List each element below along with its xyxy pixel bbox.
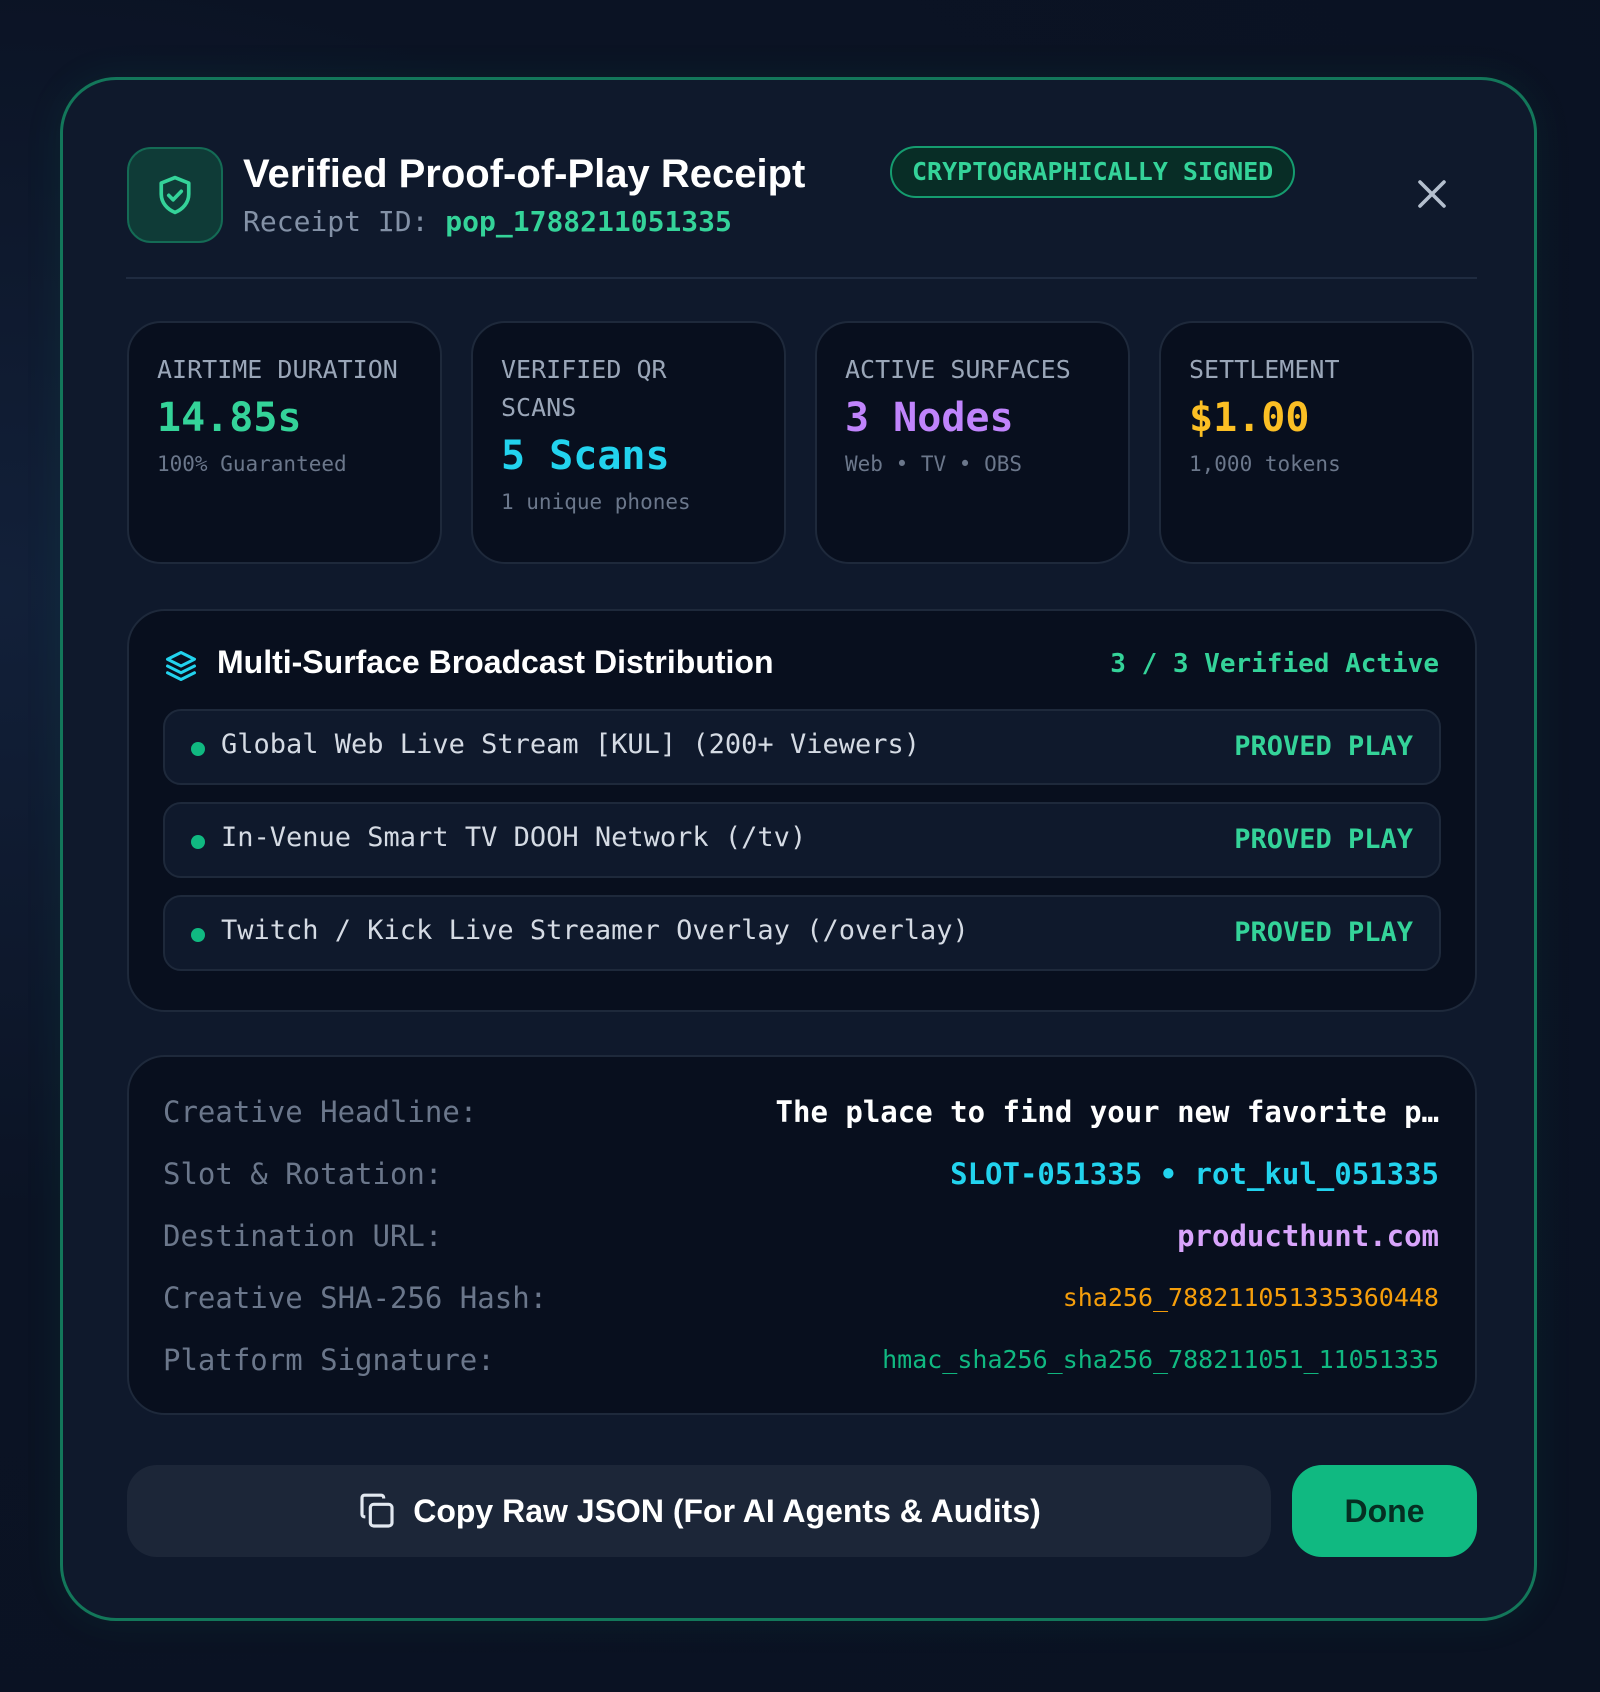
- header-divider: [126, 277, 1477, 279]
- surface-status: PROVED PLAY: [1234, 824, 1413, 855]
- distribution-title: Multi-Surface Broadcast Distribution: [217, 644, 774, 680]
- stat-value: 3 Nodes: [845, 395, 1014, 441]
- stat-value: 5 Scans: [501, 433, 670, 479]
- receipt-id-line: Receipt ID: pop_1788211051335: [243, 205, 732, 238]
- receipt-id-value: pop_1788211051335: [445, 205, 732, 238]
- close-button[interactable]: [1410, 172, 1454, 216]
- detail-row-destination: Destination URL: producthunt.com: [163, 1211, 1439, 1261]
- stat-card-qr-scans: VERIFIED QR SCANS 5 Scans 1 unique phone…: [471, 321, 786, 564]
- stat-subtext: 100% Guaranteed: [157, 452, 347, 476]
- details-panel: Creative Headline: The place to find you…: [127, 1055, 1477, 1415]
- detail-row-signature: Platform Signature: hmac_sha256_sha256_7…: [163, 1335, 1439, 1385]
- detail-value: producthunt.com: [1177, 1219, 1439, 1253]
- stat-label: ACTIVE SURFACES: [845, 355, 1071, 384]
- copy-json-label: Copy Raw JSON (For AI Agents & Audits): [413, 1492, 1041, 1529]
- copy-json-button[interactable]: Copy Raw JSON (For AI Agents & Audits): [127, 1465, 1271, 1557]
- done-button[interactable]: Done: [1292, 1465, 1477, 1557]
- stat-subtext: Web • TV • OBS: [845, 452, 1023, 476]
- surface-label: Twitch / Kick Live Streamer Overlay (/ov…: [221, 915, 969, 946]
- stat-card-settlement: SETTLEMENT $1.00 1,000 tokens: [1159, 321, 1474, 564]
- detail-value: sha256_788211051335360448: [1062, 1283, 1439, 1312]
- detail-key: Creative Headline:: [163, 1095, 478, 1129]
- status-dot: [191, 835, 205, 849]
- surface-label: Global Web Live Stream [KUL] (200+ Viewe…: [221, 729, 920, 760]
- distribution-panel: Multi-Surface Broadcast Distribution 3 /…: [127, 609, 1477, 1012]
- receipt-id-label: Receipt ID:: [243, 205, 446, 238]
- detail-key: Creative SHA-256 Hash:: [163, 1281, 548, 1315]
- stat-value: 14.85s: [157, 395, 302, 441]
- copy-icon: [360, 1493, 394, 1528]
- detail-key: Platform Signature:: [163, 1343, 495, 1377]
- surface-status: PROVED PLAY: [1234, 731, 1413, 762]
- stat-subtext: 1 unique phones: [501, 490, 691, 514]
- detail-value: hmac_sha256_sha256_788211051_11051335: [882, 1345, 1439, 1374]
- stat-value: $1.00: [1189, 395, 1310, 441]
- detail-row-slot: Slot & Rotation: SLOT-051335 • rot_kul_0…: [163, 1149, 1439, 1199]
- receipt-modal: Verified Proof-of-Play Receipt CRYPTOGRA…: [60, 77, 1537, 1621]
- status-dot: [191, 928, 205, 942]
- signed-badge: CRYPTOGRAPHICALLY SIGNED: [890, 146, 1296, 198]
- status-dot: [191, 742, 205, 756]
- stat-subtext: 1,000 tokens: [1189, 452, 1341, 476]
- detail-value: The place to find your new favorite p…: [775, 1095, 1439, 1129]
- distribution-count: 3 / 3 Verified Active: [1110, 649, 1439, 679]
- layers-icon: [166, 651, 196, 681]
- surface-row-tv: In-Venue Smart TV DOOH Network (/tv) PRO…: [163, 802, 1441, 878]
- detail-key: Destination URL:: [163, 1219, 443, 1253]
- detail-row-hash: Creative SHA-256 Hash: sha256_7882110513…: [163, 1273, 1439, 1323]
- stat-label: AIRTIME DURATION: [157, 355, 398, 384]
- shield-check-icon-tile: [127, 147, 223, 243]
- close-icon: [1418, 180, 1446, 208]
- surface-row-overlay: Twitch / Kick Live Streamer Overlay (/ov…: [163, 895, 1441, 971]
- surface-status: PROVED PLAY: [1234, 917, 1413, 948]
- stat-label: SETTLEMENT: [1189, 355, 1340, 384]
- detail-row-headline: Creative Headline: The place to find you…: [163, 1087, 1439, 1137]
- shield-check-icon: [159, 175, 191, 215]
- detail-value: SLOT-051335 • rot_kul_051335: [950, 1157, 1439, 1191]
- surface-label: In-Venue Smart TV DOOH Network (/tv): [221, 822, 807, 853]
- surface-row-web: Global Web Live Stream [KUL] (200+ Viewe…: [163, 709, 1441, 785]
- modal-title: Verified Proof-of-Play Receipt: [243, 152, 806, 196]
- stat-card-airtime: AIRTIME DURATION 14.85s 100% Guaranteed: [127, 321, 442, 564]
- detail-key: Slot & Rotation:: [163, 1157, 443, 1191]
- stat-label: VERIFIED QR SCANS: [501, 355, 667, 422]
- stat-card-surfaces: ACTIVE SURFACES 3 Nodes Web • TV • OBS: [815, 321, 1130, 564]
